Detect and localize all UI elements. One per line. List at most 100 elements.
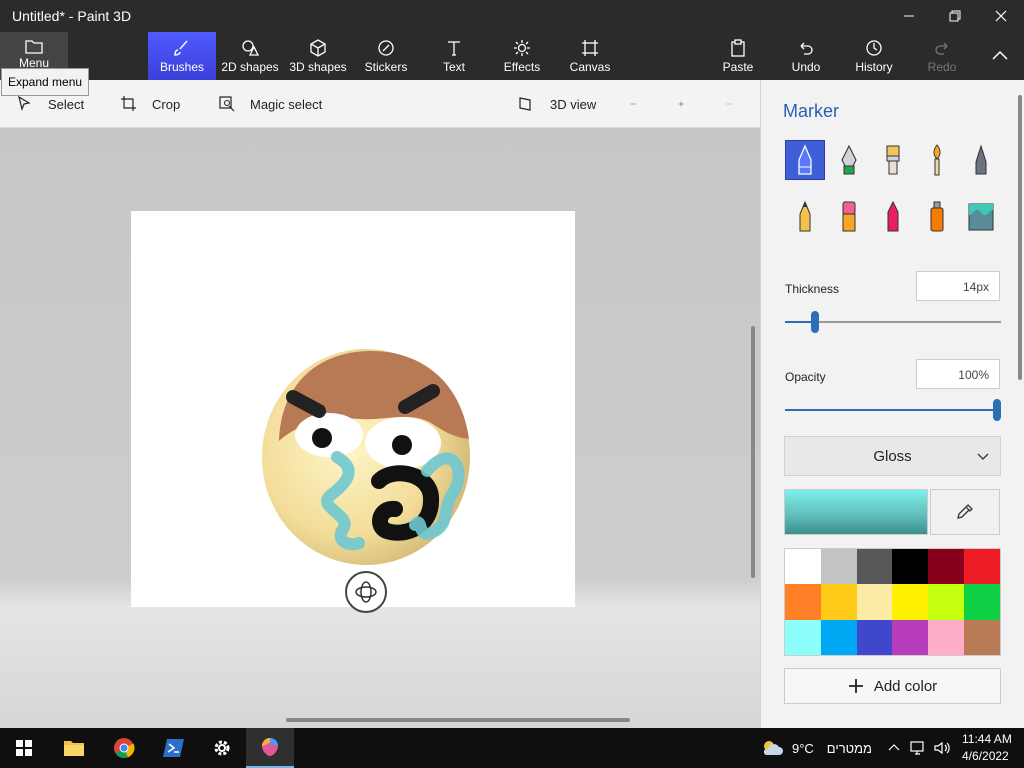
settings-button[interactable]	[198, 728, 246, 768]
collapse-ribbon-button[interactable]	[976, 32, 1024, 80]
watercolor-brush[interactable]	[917, 140, 957, 180]
show-hidden-icons-button[interactable]	[884, 728, 904, 768]
horizontal-scrollbar[interactable]	[286, 718, 630, 722]
color-swatch[interactable]	[785, 619, 821, 655]
calligraphy-pen-brush[interactable]	[829, 140, 869, 180]
taskbar: 9°C ממטרים 11:44 AM 4/6/2022	[0, 728, 1024, 768]
tab-canvas[interactable]: Canvas	[556, 32, 624, 80]
zoom-out-button[interactable]	[630, 80, 650, 128]
marker-brush[interactable]	[785, 140, 825, 180]
color-swatch[interactable]	[928, 549, 965, 585]
tab-stickers[interactable]: Stickers	[352, 32, 420, 80]
clock-date[interactable]: 4/6/2022	[962, 749, 1009, 763]
paint3d-taskbar-button[interactable]	[246, 728, 294, 768]
color-swatch[interactable]	[856, 584, 893, 620]
color-swatch[interactable]	[964, 584, 1000, 620]
fill-bucket-brush[interactable]	[961, 196, 1001, 236]
magic-select-button[interactable]: Magic select	[218, 80, 322, 128]
undo-label: Undo	[791, 60, 821, 74]
color-swatch[interactable]	[820, 549, 857, 585]
crop-button[interactable]: Crop	[120, 80, 180, 128]
minimize-button[interactable]	[886, 0, 932, 32]
oil-brush-icon	[886, 145, 900, 175]
weather-temperature: 9°C	[792, 741, 814, 756]
volume-button[interactable]	[930, 728, 954, 768]
plus-icon	[678, 101, 684, 107]
network-button[interactable]	[906, 728, 930, 768]
pixel-pen-brush[interactable]	[961, 140, 1001, 180]
close-button[interactable]	[978, 0, 1024, 32]
thickness-slider-thumb[interactable]	[811, 311, 819, 333]
vertical-scrollbar[interactable]	[751, 326, 755, 578]
color-swatch[interactable]	[785, 584, 821, 620]
opacity-input[interactable]: 100%	[916, 359, 1000, 389]
color-swatch[interactable]	[820, 584, 857, 620]
rotate-handle[interactable]	[345, 571, 387, 613]
more-options-button[interactable]	[726, 80, 746, 128]
paste-icon	[731, 39, 745, 57]
tab-label: Brushes	[159, 60, 205, 74]
chevron-down-icon	[977, 453, 989, 460]
clock-time[interactable]: 11:44 AM	[962, 732, 1012, 746]
tab-brushes[interactable]: Brushes	[148, 32, 216, 80]
tab-label: Text	[442, 60, 465, 74]
pixel-pen-icon	[975, 144, 987, 175]
color-swatch[interactable]	[892, 619, 929, 655]
effects-icon	[514, 40, 530, 56]
calligraphy-pen-icon	[841, 144, 857, 175]
eyedropper-button[interactable]	[930, 489, 1000, 535]
panel-scrollbar[interactable]	[1018, 95, 1022, 380]
color-swatch[interactable]	[928, 584, 965, 620]
drawing-canvas[interactable]	[131, 211, 575, 607]
powershell-button[interactable]	[150, 728, 198, 768]
weather-button[interactable]	[758, 728, 786, 768]
canvas-icon	[582, 40, 598, 56]
pencil-brush[interactable]	[785, 196, 825, 236]
opacity-slider-thumb[interactable]	[993, 399, 1001, 421]
tab-3d-shapes[interactable]: 3D shapes	[284, 32, 352, 80]
restore-button[interactable]	[932, 0, 978, 32]
file-explorer-button[interactable]	[50, 728, 98, 768]
undo-button[interactable]: Undo	[772, 32, 840, 80]
paste-button[interactable]: Paste	[704, 32, 772, 80]
history-button[interactable]: History	[840, 32, 908, 80]
thickness-input[interactable]: 14px	[916, 271, 1000, 301]
redo-icon	[935, 42, 948, 55]
crop-icon	[121, 96, 136, 111]
add-color-button[interactable]: Add color	[784, 668, 1001, 704]
title-bar: Untitled* - Paint 3D	[0, 0, 1024, 32]
folder-icon	[64, 741, 84, 756]
color-swatch[interactable]	[820, 619, 857, 655]
color-swatch[interactable]	[928, 619, 965, 655]
tab-2d-shapes[interactable]: 2D shapes	[216, 32, 284, 80]
zoom-in-button[interactable]	[678, 80, 698, 128]
color-swatch[interactable]	[964, 619, 1000, 655]
redo-button[interactable]: Redo	[908, 32, 976, 80]
color-swatch[interactable]	[892, 584, 929, 620]
eraser-brush[interactable]	[829, 196, 869, 236]
crayon-brush[interactable]	[873, 196, 913, 236]
color-swatch[interactable]	[892, 549, 929, 585]
3d-view-button[interactable]: 3D view	[518, 80, 596, 128]
color-swatch[interactable]	[856, 549, 893, 585]
chrome-button[interactable]	[100, 728, 148, 768]
crop-label: Crop	[152, 96, 181, 112]
cursor-icon	[18, 95, 31, 111]
current-color-swatch[interactable]	[784, 489, 928, 535]
oil-brush[interactable]	[873, 140, 913, 180]
minimize-icon	[904, 15, 914, 17]
network-icon	[910, 741, 924, 755]
tab-effects[interactable]: Effects	[488, 32, 556, 80]
spray-can-brush[interactable]	[917, 196, 957, 236]
workspace	[0, 128, 760, 728]
expand-menu-tooltip: Expand menu	[1, 68, 90, 96]
restore-icon	[949, 10, 961, 22]
start-button[interactable]	[0, 728, 48, 768]
tab-text[interactable]: Text	[420, 32, 488, 80]
color-swatch[interactable]	[964, 549, 1000, 585]
finish-dropdown[interactable]: Gloss	[784, 436, 1001, 476]
marker-icon	[798, 144, 812, 175]
fill-bucket-icon	[968, 203, 994, 231]
color-swatch[interactable]	[785, 549, 821, 585]
color-swatch[interactable]	[856, 619, 893, 655]
